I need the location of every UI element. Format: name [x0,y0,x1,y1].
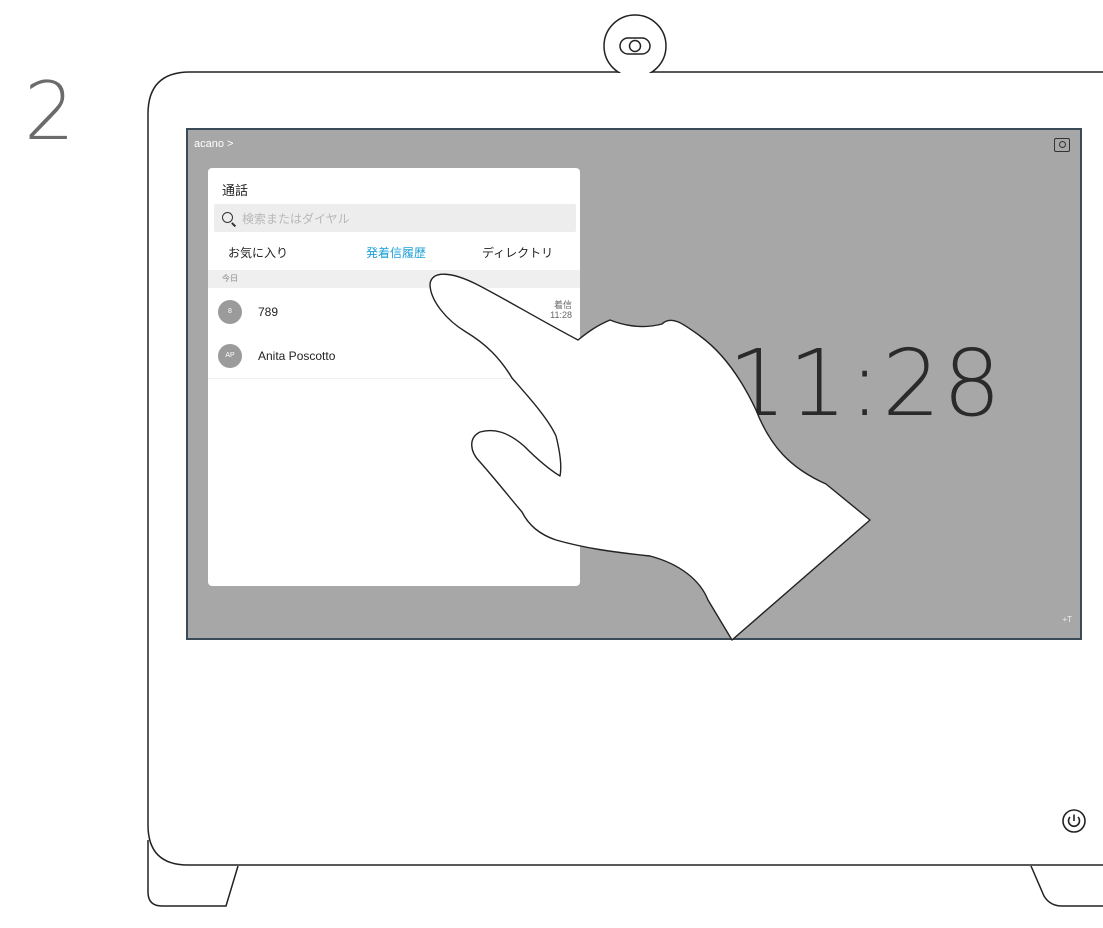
power-icon[interactable] [1061,808,1087,834]
hand-pointer-icon [429,273,871,641]
